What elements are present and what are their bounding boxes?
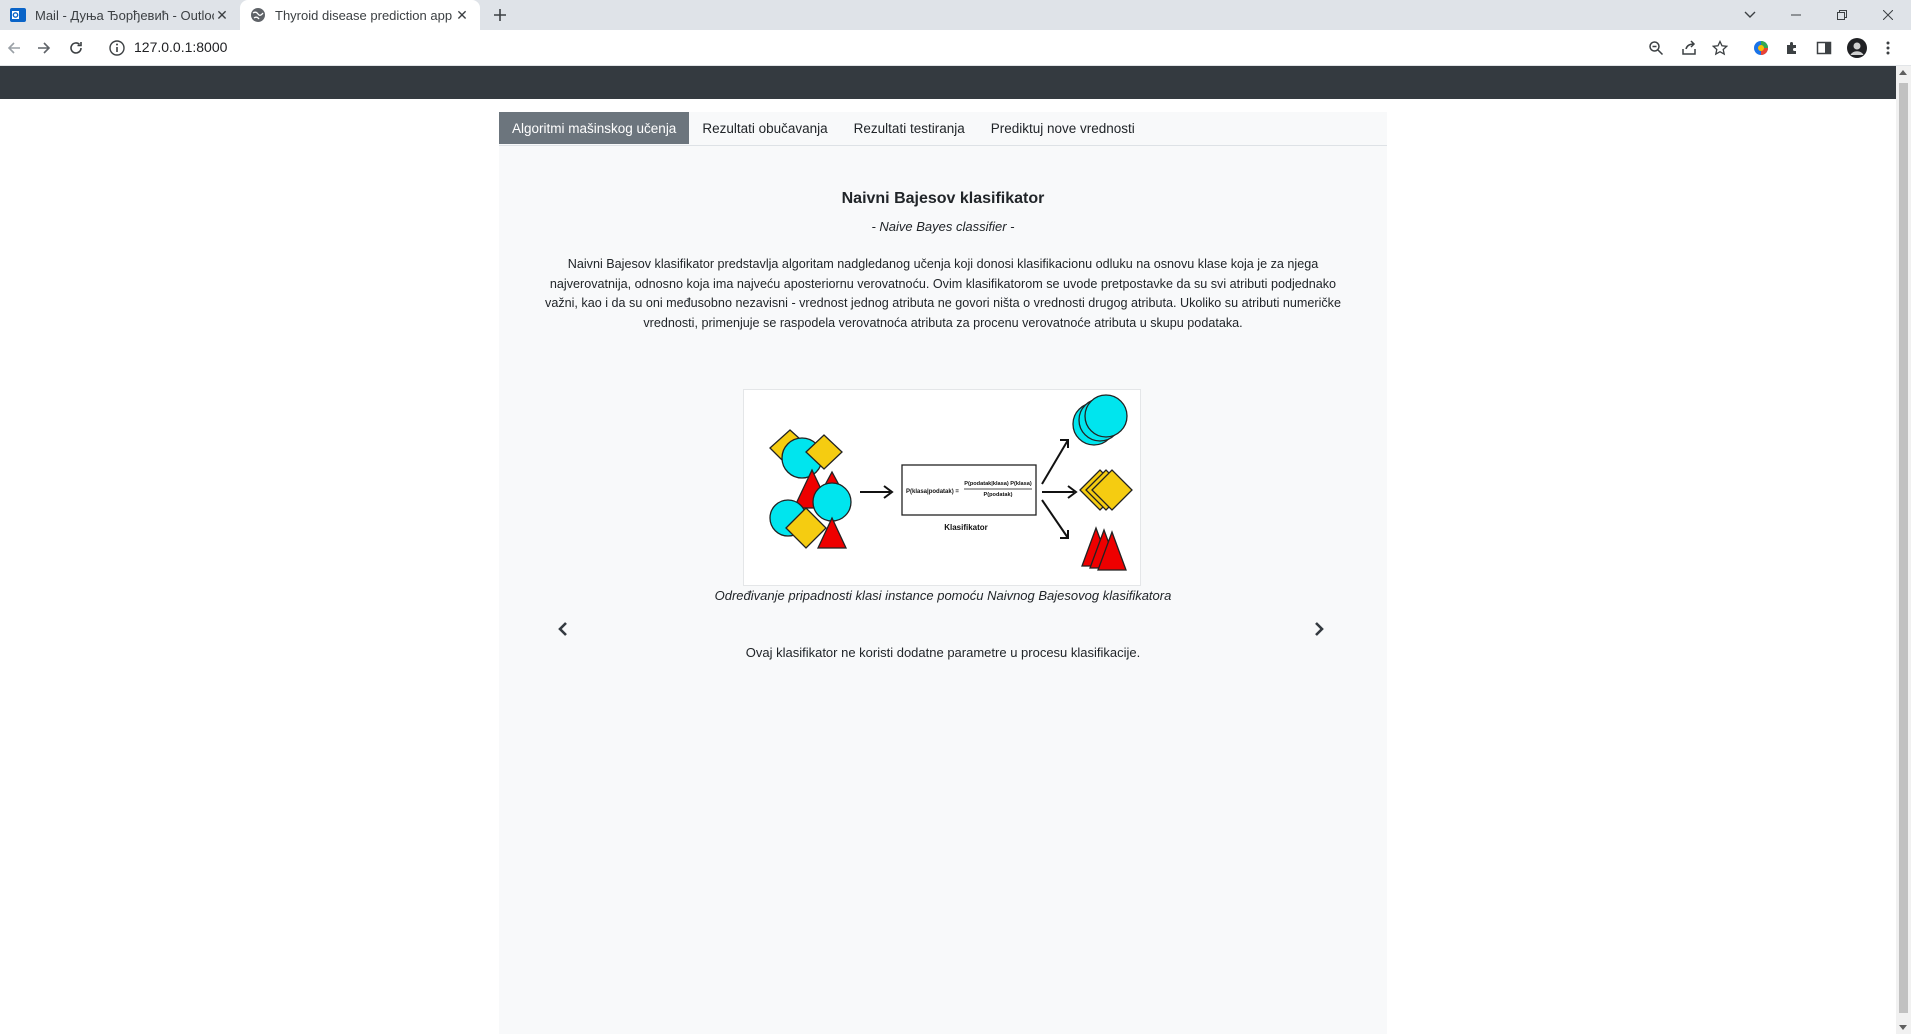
algorithm-subtitle: - Naive Bayes classifier - bbox=[871, 219, 1015, 234]
browser-tab-title: Mail - Дуња Ђорђевић - Outlook bbox=[35, 7, 214, 23]
kebab-menu-icon bbox=[1886, 41, 1890, 55]
page-scrollbar[interactable] bbox=[1896, 66, 1911, 1034]
info-icon[interactable] bbox=[108, 39, 126, 57]
extensions-button[interactable] bbox=[1780, 36, 1804, 60]
new-tab-button[interactable] bbox=[488, 3, 512, 27]
formula-left: P(klasa|podatak) = bbox=[906, 489, 959, 495]
nav-tabs: Algoritmi mašinskog učenja Rezultati obu… bbox=[499, 112, 1387, 146]
tab-search-button[interactable] bbox=[1727, 0, 1773, 30]
profile-button[interactable] bbox=[1845, 36, 1869, 60]
chevron-left-icon bbox=[558, 622, 567, 636]
minimize-button[interactable] bbox=[1773, 0, 1819, 30]
scroll-down-arrow-icon[interactable] bbox=[1899, 1025, 1907, 1030]
extension-color-icon bbox=[1754, 41, 1768, 55]
browser-toolbar: 127.0.0.1:8000 bbox=[0, 30, 1911, 66]
window-controls bbox=[1727, 0, 1911, 30]
close-icon bbox=[1883, 10, 1893, 20]
back-button[interactable] bbox=[2, 36, 26, 60]
browser-tabstrip: Mail - Дуња Ђорђевић - Outlook ✕ Thyroid… bbox=[0, 0, 1911, 30]
menu-button[interactable] bbox=[1876, 36, 1900, 60]
browser-tab-title: Thyroid disease prediction app bbox=[275, 7, 453, 23]
chevron-down-icon bbox=[1744, 11, 1756, 18]
globe-icon bbox=[251, 8, 265, 22]
zoom-button[interactable] bbox=[1644, 36, 1668, 60]
arrow-right-icon bbox=[38, 42, 51, 54]
forward-button[interactable] bbox=[32, 36, 56, 60]
zoom-icon bbox=[1649, 41, 1664, 56]
algorithm-description: Naivni Bajesov klasifikator predstavlja … bbox=[545, 257, 1341, 330]
arrow-icon bbox=[860, 485, 894, 499]
tab-algorithms[interactable]: Algoritmi mašinskog učenja bbox=[499, 112, 690, 144]
plus-icon bbox=[494, 9, 506, 21]
input-shapes bbox=[769, 429, 852, 549]
close-icon[interactable]: ✕ bbox=[454, 7, 470, 23]
red-triangle-shape bbox=[816, 516, 848, 549]
scrollbar-thumb[interactable] bbox=[1899, 83, 1908, 1013]
restore-button[interactable] bbox=[1819, 0, 1865, 30]
cyan-circle-shape bbox=[812, 482, 852, 522]
browser-tab-app[interactable]: Thyroid disease prediction app ✕ bbox=[240, 0, 480, 30]
figure-caption: Određivanje pripadnosti klasi instance p… bbox=[714, 588, 1172, 603]
carousel-next-button[interactable] bbox=[1311, 619, 1327, 639]
tab-predict[interactable]: Prediktuj nove vrednosti bbox=[978, 112, 1148, 144]
params-text: Ovaj klasifikator ne koristi dodatne par… bbox=[745, 645, 1141, 660]
output-circles bbox=[1072, 394, 1128, 446]
classifier-diagram: P(klasa|podatak) = P(podatak|klasa) P(kl… bbox=[743, 389, 1141, 586]
close-window-button[interactable] bbox=[1865, 0, 1911, 30]
tab-testing-results[interactable]: Rezultati testiranja bbox=[841, 112, 978, 144]
outlook-icon bbox=[10, 8, 26, 22]
share-button[interactable] bbox=[1677, 36, 1701, 60]
share-icon bbox=[1682, 40, 1696, 55]
tab-training-results[interactable]: Rezultati obučavanja bbox=[689, 112, 840, 144]
scroll-up-arrow-icon[interactable] bbox=[1899, 70, 1907, 75]
star-icon bbox=[1712, 40, 1728, 56]
bookmark-button[interactable] bbox=[1708, 36, 1732, 60]
arrow-left-icon bbox=[7, 42, 20, 54]
chevron-right-icon bbox=[1315, 622, 1324, 636]
avatar bbox=[1847, 38, 1867, 58]
formula-denominator: P(podatak) bbox=[984, 492, 1013, 498]
carousel-prev-button[interactable] bbox=[555, 619, 571, 639]
restore-icon bbox=[1837, 10, 1847, 20]
reload-icon bbox=[70, 42, 82, 54]
output-arrows bbox=[1041, 439, 1078, 539]
top-navbar bbox=[0, 66, 1896, 99]
address-bar-url[interactable]: 127.0.0.1:8000 bbox=[134, 39, 227, 55]
minimize-icon bbox=[1791, 14, 1801, 16]
extension-button[interactable] bbox=[1749, 36, 1773, 60]
algorithm-title: Naivni Bajesov klasifikator bbox=[841, 190, 1045, 207]
puzzle-icon bbox=[1787, 42, 1796, 54]
output-diamonds bbox=[1079, 469, 1133, 511]
reload-button[interactable] bbox=[64, 36, 88, 60]
side-panel-icon bbox=[1816, 41, 1832, 55]
main-panel: Algoritmi mašinskog učenja Rezultati obu… bbox=[499, 112, 1387, 1034]
classifier-label: Klasifikator bbox=[944, 523, 988, 532]
side-panel-button[interactable] bbox=[1812, 36, 1836, 60]
browser-tab-mail[interactable]: Mail - Дуња Ђорђевић - Outlook ✕ bbox=[0, 0, 240, 30]
close-icon[interactable]: ✕ bbox=[214, 7, 230, 23]
output-triangles bbox=[1081, 526, 1127, 571]
formula-numerator: P(podatak|klasa) P(klasa) bbox=[964, 481, 1032, 487]
